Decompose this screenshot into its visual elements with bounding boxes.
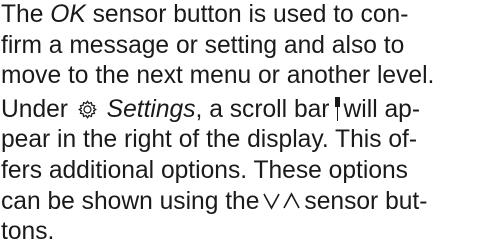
text-fragment: sensor button is used to con- (85, 1, 409, 28)
text-fragment: can be shown using the (1, 187, 260, 215)
instruction-text: The OK sensor button is used to con- fir… (1, 0, 495, 248)
text-line: Under Settings, a scroll bar will ap- (1, 95, 495, 126)
text-fragment: The (1, 1, 51, 28)
text-line: tons. (1, 218, 55, 246)
scrollbar-icon (334, 96, 341, 121)
text-fragment: sensor but- (304, 187, 428, 215)
text-line: fers additional options. These options (1, 156, 408, 184)
text-fragment: , a scroll bar (195, 95, 330, 123)
ok-button-label: OK (50, 1, 86, 28)
text-line: can be shown using the sensor but- (1, 187, 495, 218)
text-line: pear in the right of the display. This o… (1, 126, 418, 154)
text-line: move to the next menu or another level. (1, 62, 435, 90)
text-line: firm a message or setting and also to (1, 31, 405, 59)
text-fragment: will ap- (343, 95, 421, 123)
ok-button-paragraph: The OK sensor button is used to con- fir… (1, 0, 495, 92)
settings-label: Settings (106, 95, 196, 123)
settings-paragraph: Under Settings, a scroll bar will ap- pea… (1, 95, 495, 248)
text-fragment: Under (1, 95, 75, 123)
gear-icon (77, 99, 97, 119)
down-up-arrows-icon (263, 191, 301, 210)
text-line: The OK sensor button is used to con- (1, 0, 495, 31)
